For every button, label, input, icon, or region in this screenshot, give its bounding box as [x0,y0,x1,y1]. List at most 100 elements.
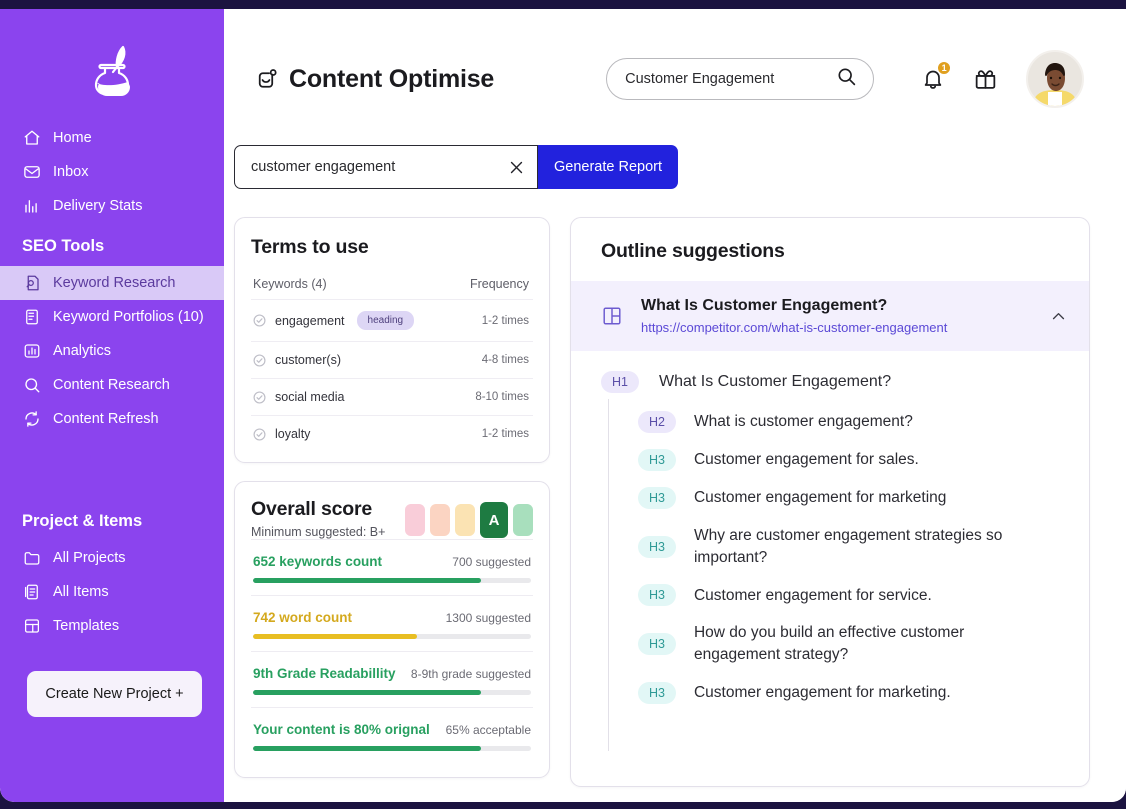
outline-item-h2[interactable]: H2 What is customer engagement? [638,411,1089,433]
competitor-url[interactable]: https://competitor.com/what-is-customer-… [641,320,947,335]
outline-tree: H1 What Is Customer Engagement? H2 What … [571,351,1089,751]
check-circle-icon [253,314,266,327]
left-column: Terms to use Keywords (4) Frequency enga… [234,217,550,787]
keyword-tag: heading [356,311,415,330]
check-circle-icon [253,427,266,441]
grade-scale: A [405,498,533,538]
outline-item-h3[interactable]: H3 Customer engagement for marketing [638,487,1089,509]
items-icon [22,583,41,602]
table-row[interactable]: customer(s) 4-8 times [251,341,533,378]
progress-bar [253,634,531,639]
keyword-name: loyalty [275,427,311,441]
metric-label: Your content is 80% orignal [253,722,430,737]
notification-count-badge: 1 [937,61,952,75]
terms-to-use-card: Terms to use Keywords (4) Frequency enga… [234,217,550,463]
notifications-button[interactable]: 1 [920,61,952,92]
chevron-up-icon[interactable] [1050,308,1067,325]
bar-chart-icon [22,197,41,216]
sidebar-item-label: Keyword Portfolios (10) [53,309,204,325]
overall-score-card: Overall score Minimum suggested: B+ A 65… [234,481,550,778]
outline-item-h3[interactable]: H3 Customer engagement for sales. [638,449,1089,471]
check-circle-icon [253,353,266,367]
sidebar-item-home[interactable]: Home [0,121,224,155]
heading-level-badge: H3 [638,681,676,704]
keyword-input[interactable] [251,159,505,175]
top-bar: Content Optimise 1 [224,9,1126,119]
metric-label: 652 keywords count [253,554,383,569]
avatar-image [1028,52,1083,106]
metric-suggested: 1300 suggested [445,611,531,625]
grade-pill [455,504,475,536]
outline-item-h1[interactable]: H1 What Is Customer Engagement? [601,371,1089,393]
sidebar-item-analytics[interactable]: Analytics [0,334,224,368]
table-row[interactable]: engagement heading 1-2 times [251,299,533,341]
progress-bar [253,690,531,695]
outline-item-h3[interactable]: H3 Customer engagement for service. [638,584,1089,607]
generate-report-button[interactable]: Generate Report [538,145,678,189]
keyword-research-icon [22,274,41,293]
heading-level-badge: H3 [638,633,676,656]
sidebar-item-delivery-stats[interactable]: Delivery Stats [0,189,224,223]
heading-level-badge: H3 [638,487,676,509]
sidebar-section-project-items: Project & Items [22,512,143,530]
sidebar-item-label: Delivery Stats [53,198,143,214]
content-research-icon [22,376,41,395]
app-window: Home Inbox Delivery Stats SEO Tools Keyw… [0,9,1126,802]
score-header: Overall score Minimum suggested: B+ A [251,498,533,539]
main-content: Content Optimise 1 [224,9,1126,802]
sidebar-item-label: Home [53,130,92,146]
folder-icon [22,549,41,568]
heading-level-badge: H1 [601,371,639,393]
outline-item-text: Customer engagement for marketing [693,489,947,507]
sidebar-item-keyword-portfolios[interactable]: Keyword Portfolios (10) [0,300,224,334]
refresh-icon [22,410,41,429]
grade-pill-active: A [480,502,508,538]
sidebar-item-templates[interactable]: Templates [0,609,224,643]
outline-item-text: How do you build an effective customer e… [693,624,965,664]
heading-level-badge: H3 [638,449,676,471]
close-icon[interactable] [505,156,527,178]
outline-item-h3[interactable]: H3 Why are customer engagement strategie… [638,525,1089,568]
search-icon[interactable] [836,66,857,92]
outline-item-text: What Is Customer Engagement? [658,373,892,390]
sidebar-item-all-projects[interactable]: All Projects [0,541,224,575]
sidebar-item-label: Content Research [53,377,170,393]
keyword-frequency: 4-8 times [481,354,529,366]
tree-line [608,399,609,751]
progress-bar [253,578,531,583]
sidebar-item-keyword-research[interactable]: Keyword Research [0,266,224,300]
create-new-project-button[interactable]: Create New Project + [27,671,202,717]
sidebar-item-all-items[interactable]: All Items [0,575,224,609]
search-input[interactable] [625,71,837,87]
ink-bottle-quill-icon [82,39,142,99]
sidebar-item-inbox[interactable]: Inbox [0,155,224,189]
avatar[interactable] [1026,50,1085,108]
outline-item-h3[interactable]: H3 How do you build an effective custome… [638,622,1089,665]
home-icon [22,129,41,148]
sidebar-item-content-refresh[interactable]: Content Refresh [0,402,224,436]
terms-col-frequency: Frequency [469,277,529,291]
sidebar: Home Inbox Delivery Stats SEO Tools Keyw… [0,9,224,802]
app-logo[interactable] [0,25,224,121]
keyword-name: engagement [275,313,345,328]
metric-suggested: 700 suggested [452,555,531,569]
outline-item-h3[interactable]: H3 Customer engagement for marketing. [638,681,1089,704]
gift-button[interactable] [972,66,998,92]
sidebar-item-label: All Items [53,584,109,600]
terms-table-header: Keywords (4) Frequency [251,259,533,299]
competitor-title: What Is Customer Engagement? [641,297,888,314]
portfolio-icon [22,308,41,327]
terms-col-keywords: Keywords (4) [253,277,327,291]
outline-item-text: Customer engagement for service. [693,586,932,604]
sidebar-item-label: All Projects [53,550,126,566]
metric-suggested: 65% acceptable [445,723,531,737]
content-optimise-icon [254,67,279,92]
layout-grid-icon [601,305,625,327]
table-row[interactable]: loyalty 1-2 times [251,415,533,452]
competitor-result-row[interactable]: What Is Customer Engagement? https://com… [571,281,1089,351]
search-box[interactable] [606,58,875,100]
table-row[interactable]: social media 8-10 times [251,378,533,415]
sidebar-item-content-research[interactable]: Content Research [0,368,224,402]
keyword-input-box[interactable] [234,145,538,189]
keyword-frequency: 8-10 times [475,391,529,403]
